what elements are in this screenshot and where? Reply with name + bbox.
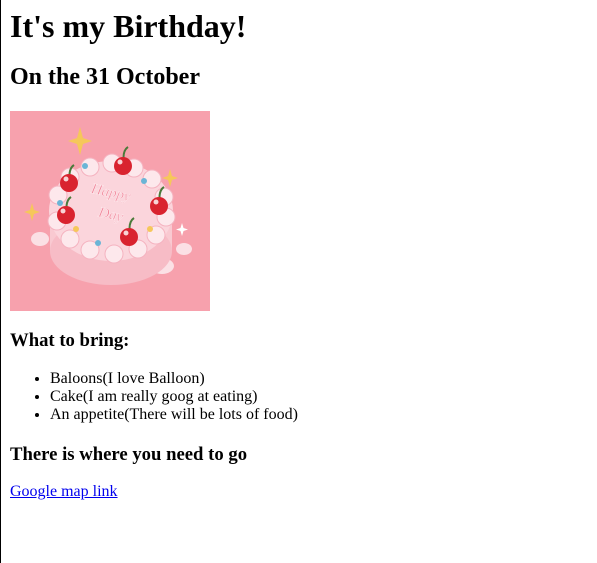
sparkle-icon bbox=[68, 127, 92, 155]
sparkle-icon bbox=[24, 203, 40, 221]
sparkle-icon bbox=[162, 169, 178, 187]
birthday-cake-image: Happy Day bbox=[10, 111, 210, 311]
bring-heading: What to bring: bbox=[10, 330, 130, 351]
list-item: Cake(I am really goog at eating) bbox=[50, 388, 298, 406]
list-item: Baloons(I love Balloon) bbox=[50, 370, 298, 388]
list-item: An appetite(There will be lots of food) bbox=[50, 406, 298, 424]
sparkle-icon bbox=[176, 223, 188, 236]
page: It's my Birthday! On the 31 October Happ… bbox=[0, 0, 597, 563]
page-title: It's my Birthday! bbox=[10, 8, 247, 44]
cherry-icon bbox=[114, 146, 132, 175]
bring-list: Baloons(I love Balloon) Cake(I am really… bbox=[10, 370, 298, 424]
location-heading: There is where you need to go bbox=[10, 444, 248, 465]
google-map-link[interactable]: Google map link bbox=[10, 483, 118, 501]
page-subtitle: On the 31 October bbox=[10, 64, 200, 90]
